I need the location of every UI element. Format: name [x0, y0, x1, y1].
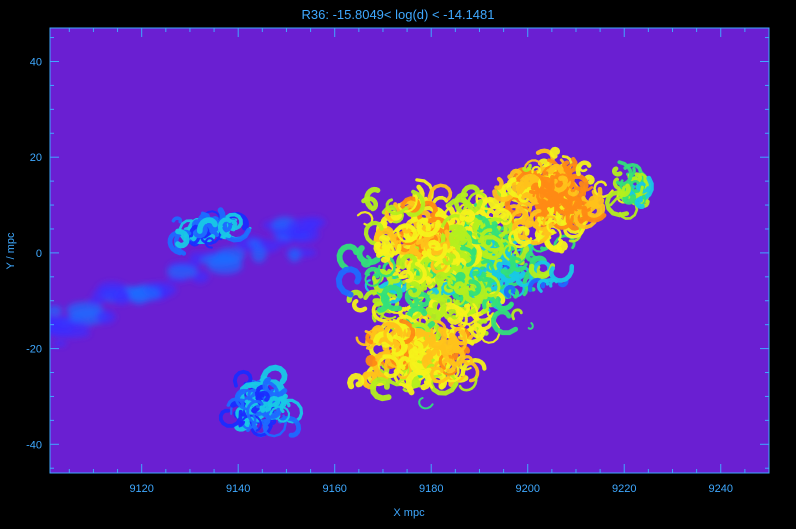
x-tick-label: 9120	[129, 483, 153, 495]
x-tick-label: 9140	[226, 483, 250, 495]
x-axis-label: X mpc	[393, 507, 425, 519]
x-tick-label: 9180	[419, 483, 443, 495]
figure: R36: -15.8049< log(d) < -14.1481 9120 914…	[0, 0, 796, 529]
y-tick-label: 40	[30, 56, 42, 68]
x-tick-label: 9240	[709, 483, 733, 495]
y-tick-label: -20	[26, 344, 42, 356]
x-tick-label: 9160	[322, 483, 346, 495]
y-tick-label: 0	[36, 248, 42, 260]
y-axis-label: Y / mpc	[5, 232, 17, 270]
x-tick-label: 9220	[612, 483, 636, 495]
y-tick-label: -40	[26, 439, 42, 451]
x-tick-label: 9200	[515, 483, 539, 495]
y-tick-label: 20	[30, 152, 42, 164]
density-plot: R36: -15.8049< log(d) < -14.1481 9120 914…	[5, 7, 770, 519]
chart-title: R36: -15.8049< log(d) < -14.1481	[302, 7, 495, 22]
